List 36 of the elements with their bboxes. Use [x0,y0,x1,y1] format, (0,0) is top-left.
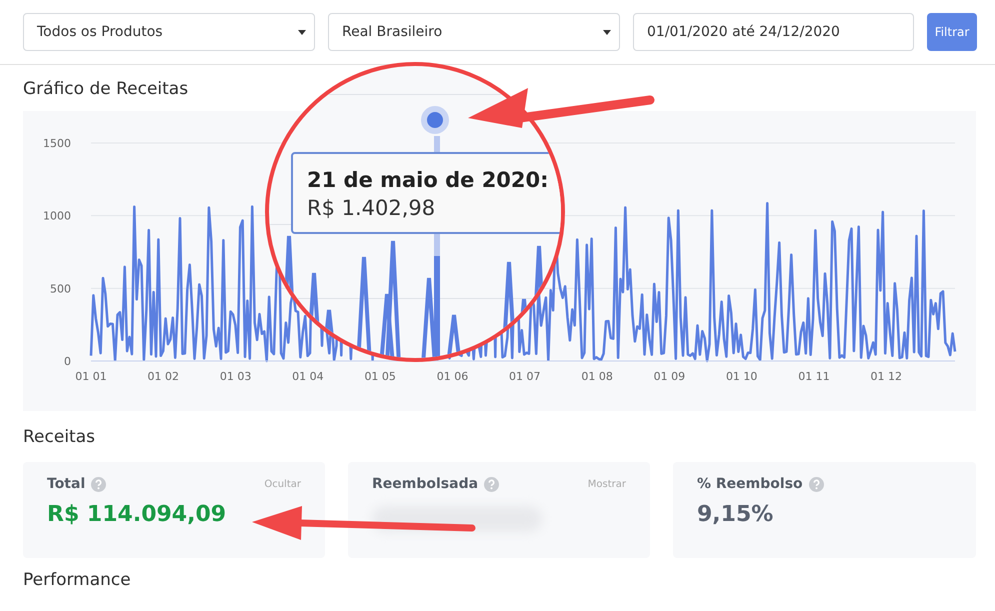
axis-label: 01 09 [654,370,686,383]
axis-label: 01 04 [292,370,324,383]
caret-icon [603,30,611,34]
product-select[interactable]: Todos os Produtos [23,13,315,51]
axis-label: 01 10 [726,370,758,383]
axis-label: 01 03 [220,370,252,383]
axis-label: 0 [64,355,71,368]
axis-label: 01 02 [148,370,180,383]
section-heading: Receitas [23,427,95,447]
axis-label: 01 01 [75,370,107,383]
help-icon[interactable] [91,476,106,492]
axis-label: 01 07 [509,370,541,383]
axis-label: 01 12 [870,370,902,383]
card-label: % Reembolso [697,476,803,492]
tooltip-value: R$ 1.402,98 [307,196,436,220]
filter-button[interactable]: Filtrar [927,13,977,51]
help-icon[interactable] [484,476,500,492]
axis-label: 01 11 [798,370,830,383]
axis-label: 1500 [43,137,71,150]
date-range-field[interactable]: 01/01/2020 até 24/12/2020 [633,13,914,51]
section-heading: Gráfico de Receitas [23,79,188,99]
stat-value: R$ 114.094,09 [47,502,226,527]
card-label: Reembolsada [372,476,478,492]
currency-select[interactable]: Real Brasileiro [328,13,620,51]
data-point-marker [421,106,449,134]
help-icon[interactable] [808,476,824,492]
section-heading: Performance [23,570,131,590]
axis-label: 01 08 [581,370,613,383]
axis-label: 1000 [43,210,71,223]
axis-label: 01 06 [436,370,468,383]
tooltip-date: 21 de maio de 2020: [307,168,549,192]
stat-value: 9,15% [697,502,774,527]
card-label: Total [47,476,86,492]
axis-label: 01 05 [364,370,396,383]
caret-icon [298,30,306,34]
axis-label: 500 [50,282,71,296]
